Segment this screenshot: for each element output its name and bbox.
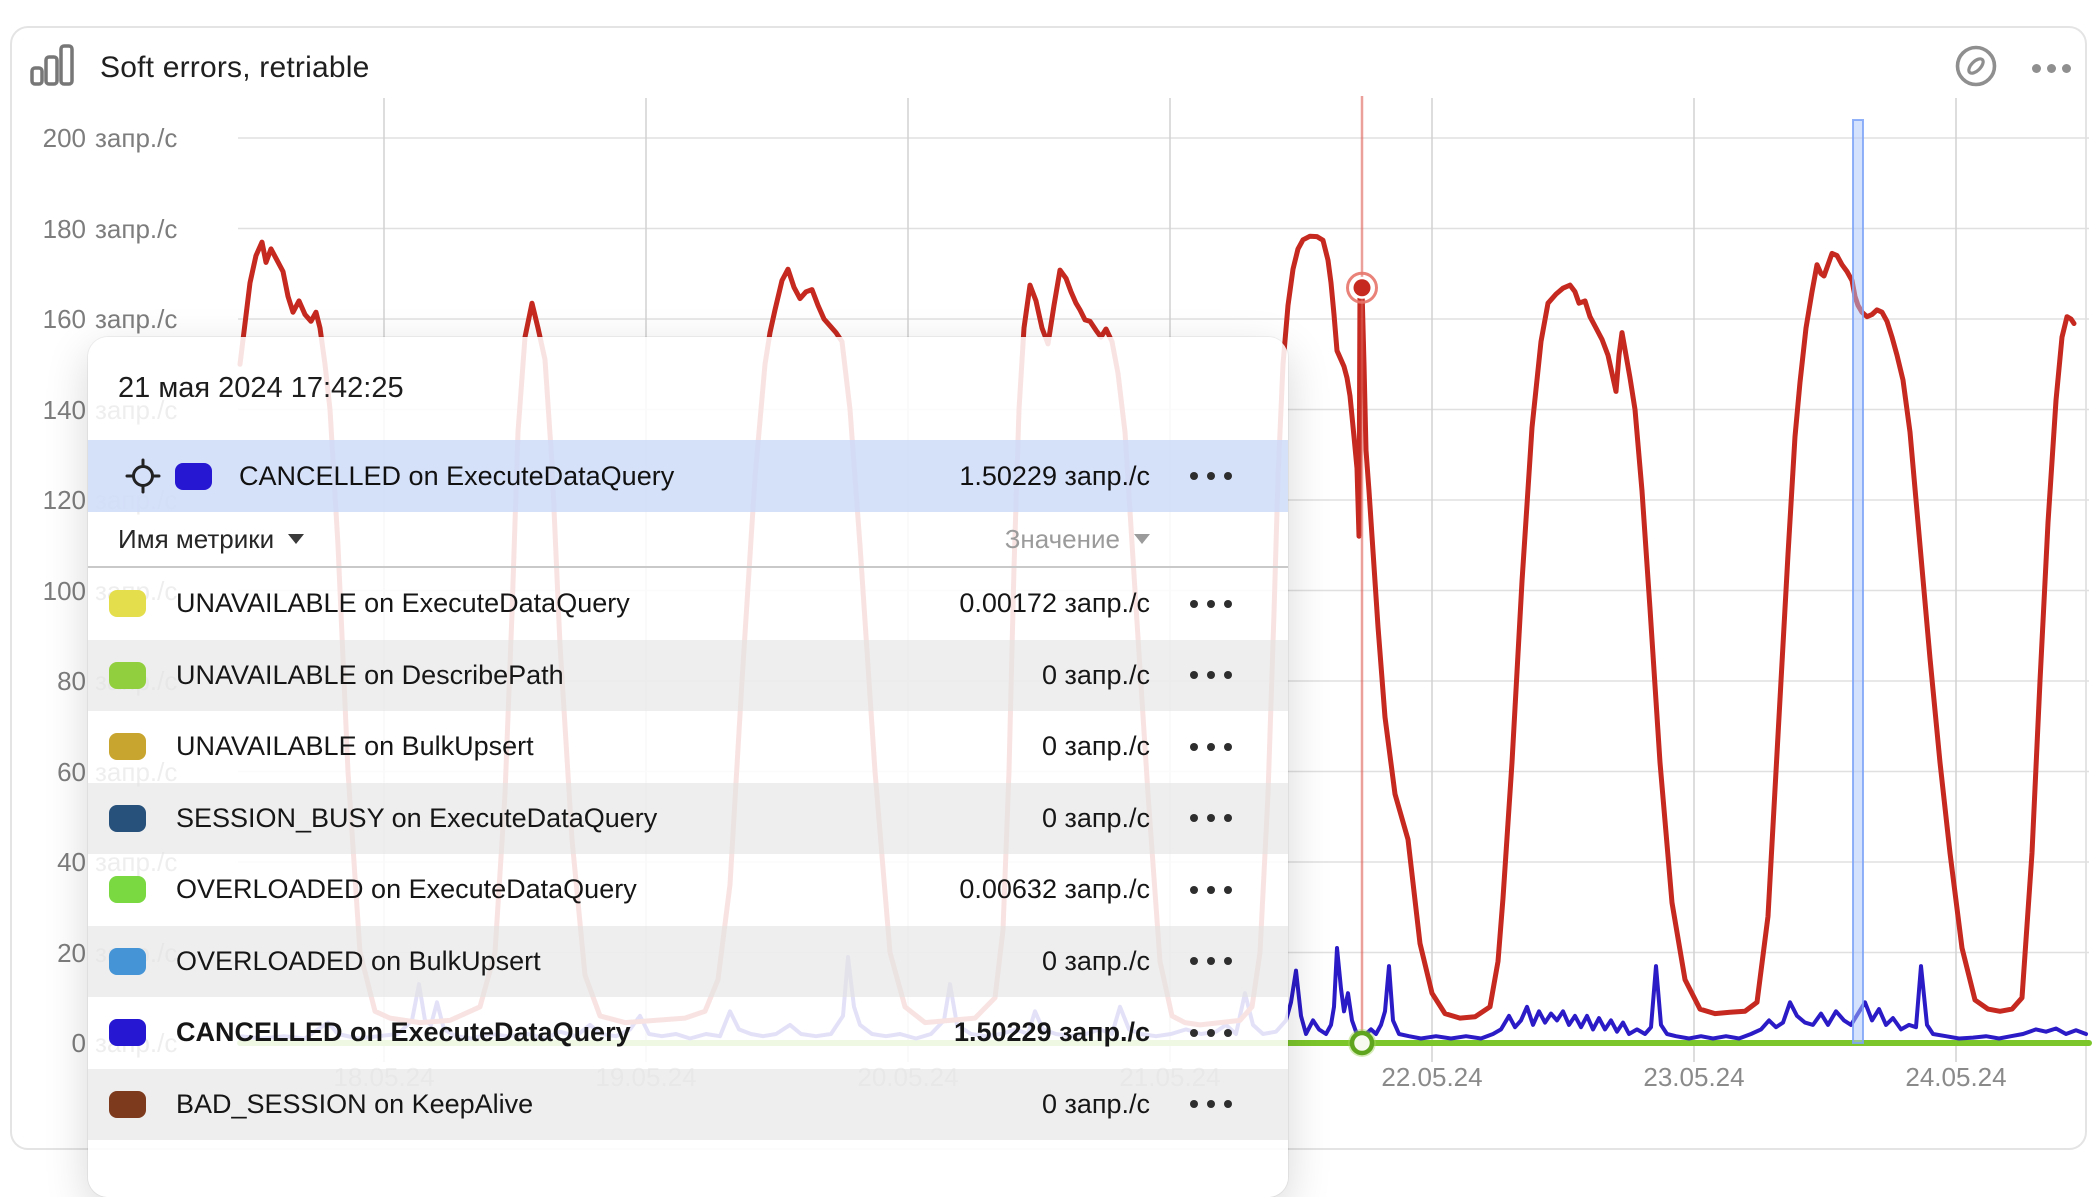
series-label: CANCELLED on ExecuteDataQuery — [176, 1017, 954, 1048]
series-label: UNAVAILABLE on BulkUpsert — [176, 731, 1042, 762]
series-value: 0 запр./с — [1042, 1089, 1150, 1120]
row-more-icon[interactable] — [1185, 743, 1232, 751]
series-value: 0 запр./с — [1042, 803, 1150, 834]
hover-marker-green — [1352, 1033, 1372, 1053]
sort-desc-icon — [1134, 534, 1150, 544]
series-color-swatch — [109, 1091, 146, 1118]
series-color-swatch — [109, 1019, 146, 1046]
series-color-swatch — [175, 463, 212, 490]
bar-chart-icon — [30, 44, 74, 91]
tooltip-metric-row[interactable]: UNAVAILABLE on BulkUpsert 0 запр./с — [88, 711, 1288, 783]
series-value: 1.50229 запр./с — [954, 1017, 1150, 1048]
ellipsis-menu-icon[interactable] — [2032, 64, 2071, 73]
series-value: 1.50229 запр./с — [959, 461, 1150, 492]
series-color-swatch — [109, 733, 146, 760]
series-color-swatch — [109, 590, 146, 617]
tooltip-metric-row[interactable]: CANCELLED on ExecuteDataQuery 1.50229 за… — [88, 997, 1288, 1069]
series-value: 0 запр./с — [1042, 731, 1150, 762]
series-label: UNAVAILABLE on ExecuteDataQuery — [176, 588, 959, 619]
series-label: SESSION_BUSY on ExecuteDataQuery — [176, 803, 1042, 834]
series-label: OVERLOADED on BulkUpsert — [176, 946, 1042, 977]
sort-by-value-button[interactable]: Значение — [1005, 524, 1150, 555]
column-value-label: Значение — [1005, 524, 1120, 555]
series-color-swatch — [109, 876, 146, 903]
chart-tooltip: 21 мая 2024 17:42:25 CANCELLED on Execut… — [88, 337, 1288, 1197]
compass-icon[interactable] — [1954, 44, 1998, 93]
tooltip-metric-row[interactable]: UNAVAILABLE on ExecuteDataQuery 0.00172 … — [88, 568, 1288, 640]
tooltip-metric-row[interactable]: OVERLOADED on ExecuteDataQuery 0.00632 з… — [88, 854, 1288, 926]
tooltip-metric-row[interactable]: OVERLOADED on BulkUpsert 0 запр./с — [88, 926, 1288, 998]
series-color-swatch — [109, 948, 146, 975]
tooltip-rows: UNAVAILABLE on ExecuteDataQuery 0.00172 … — [88, 568, 1288, 1140]
series-label: OVERLOADED on ExecuteDataQuery — [176, 874, 959, 905]
series-value: 0.00632 запр./с — [959, 874, 1150, 905]
page-title: Soft errors, retriable — [100, 51, 370, 85]
series-value: 0.00172 запр./с — [959, 588, 1150, 619]
row-more-icon[interactable] — [1185, 472, 1232, 480]
series-value: 0 запр./с — [1042, 660, 1150, 691]
column-name-label: Имя метрики — [118, 524, 274, 555]
tooltip-metric-row[interactable]: SESSION_BUSY on ExecuteDataQuery 0 запр.… — [88, 783, 1288, 855]
row-more-icon[interactable] — [1185, 814, 1232, 822]
series-color-swatch — [109, 805, 146, 832]
row-more-icon[interactable] — [1185, 600, 1232, 608]
hover-marker-red — [1354, 279, 1371, 296]
series-label: CANCELLED on ExecuteDataQuery — [239, 461, 959, 492]
row-more-icon[interactable] — [1185, 957, 1232, 965]
series-label: BAD_SESSION on KeepAlive — [176, 1089, 1042, 1120]
crosshair-icon — [125, 458, 161, 494]
row-more-icon[interactable] — [1185, 671, 1232, 679]
row-more-icon[interactable] — [1185, 1100, 1232, 1108]
tooltip-selected-row[interactable]: CANCELLED on ExecuteDataQuery 1.50229 за… — [88, 440, 1288, 512]
row-more-icon[interactable] — [1185, 886, 1232, 894]
sort-desc-icon — [288, 534, 304, 544]
series-label: UNAVAILABLE on DescribePath — [176, 660, 1042, 691]
tooltip-column-headers: Имя метрики Значение — [88, 512, 1288, 568]
tooltip-timestamp: 21 мая 2024 17:42:25 — [88, 337, 1288, 440]
series-value: 0 запр./с — [1042, 946, 1150, 977]
sort-by-name-button[interactable]: Имя метрики — [118, 524, 304, 555]
widget-header: Soft errors, retriable — [30, 44, 370, 91]
row-more-icon[interactable] — [1185, 1029, 1232, 1037]
series-color-swatch — [109, 662, 146, 689]
time-selection-band[interactable] — [1853, 120, 1863, 1043]
tooltip-metric-row[interactable]: BAD_SESSION on KeepAlive 0 запр./с — [88, 1069, 1288, 1141]
tooltip-metric-row[interactable]: UNAVAILABLE on DescribePath 0 запр./с — [88, 640, 1288, 712]
